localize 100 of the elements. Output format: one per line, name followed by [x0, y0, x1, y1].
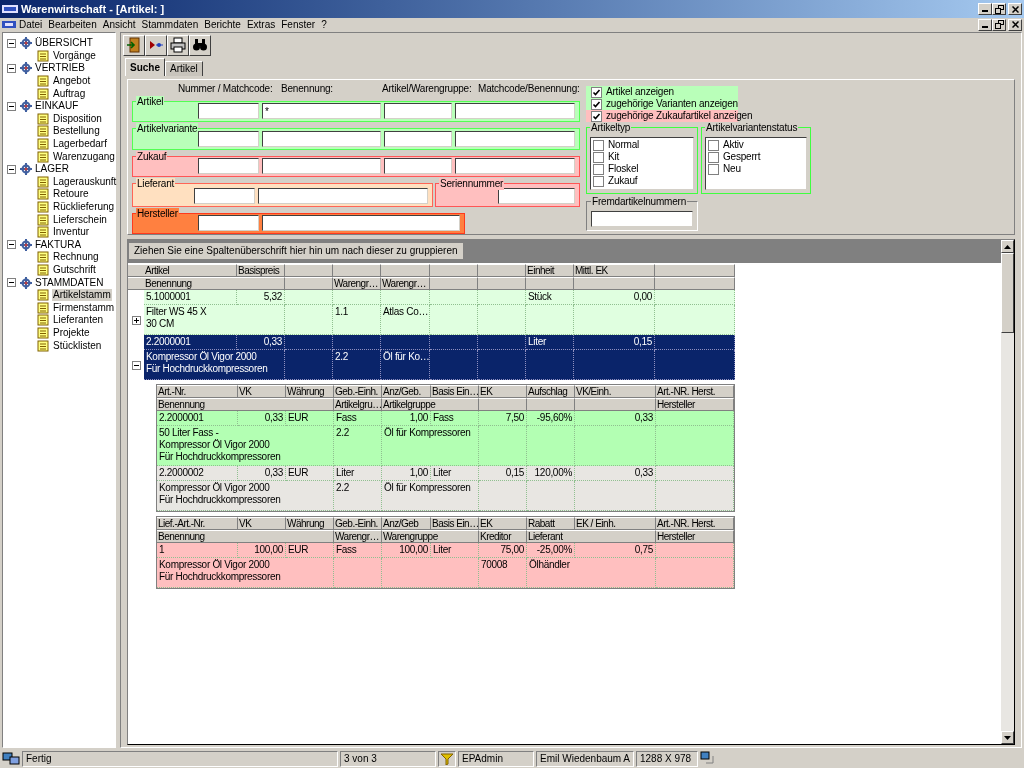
minimize-button[interactable] — [978, 3, 992, 15]
column-header[interactable]: Rabatt — [527, 517, 575, 530]
column-header[interactable]: Artikelgruppe — [382, 398, 479, 411]
close-button[interactable] — [1008, 18, 1022, 31]
input-field[interactable] — [455, 130, 575, 147]
tree-item[interactable]: Lagerauskunft — [52, 175, 118, 188]
column-header[interactable]: Art.-NR. Herst. — [656, 517, 734, 530]
column-header[interactable] — [526, 277, 574, 290]
column-header[interactable]: Benennung — [157, 530, 334, 543]
column-header[interactable]: VK — [238, 517, 286, 530]
input-field[interactable] — [198, 215, 259, 231]
tree-item[interactable]: Bestellung — [52, 125, 101, 138]
tree-item[interactable]: Vorgänge — [52, 49, 97, 62]
column-header[interactable] — [478, 277, 526, 290]
column-header[interactable]: Geb.-Einh. — [334, 517, 382, 530]
column-header[interactable]: Lieferant — [527, 530, 656, 543]
tree-item[interactable]: Projekte — [52, 326, 91, 339]
column-header[interactable]: Basis Ein… — [431, 517, 479, 530]
column-header[interactable] — [575, 398, 656, 411]
collapse-icon[interactable] — [7, 278, 16, 288]
checkbox[interactable] — [591, 110, 602, 122]
scroll-down-button[interactable] — [1001, 731, 1014, 744]
checkbox[interactable] — [593, 175, 604, 187]
column-header[interactable] — [381, 264, 430, 277]
column-header[interactable] — [478, 264, 526, 277]
column-header[interactable]: Währung — [286, 385, 334, 398]
column-header[interactable]: Artikelgru… — [334, 398, 382, 411]
exit-button[interactable] — [123, 34, 145, 56]
next-button[interactable] — [145, 34, 167, 56]
column-header[interactable]: Basispreis — [237, 264, 285, 277]
checkbox[interactable] — [591, 86, 602, 98]
tree-item[interactable]: Auftrag — [52, 87, 87, 100]
input-field[interactable] — [384, 103, 452, 120]
close-button[interactable] — [1008, 3, 1022, 15]
collapse-icon[interactable] — [7, 164, 16, 174]
tree-item[interactable]: Disposition — [52, 112, 103, 125]
column-header[interactable]: Geb.-Einh. — [334, 385, 382, 398]
column-header[interactable] — [285, 264, 333, 277]
restore-button[interactable] — [992, 18, 1006, 31]
tree-item[interactable]: Warenzugang — [52, 150, 116, 163]
column-header[interactable]: Basis Ein… — [431, 385, 479, 398]
checkbox[interactable] — [593, 151, 604, 163]
column-header[interactable] — [430, 264, 478, 277]
collapse-icon[interactable] — [7, 101, 16, 111]
input-field[interactable] — [262, 130, 381, 147]
column-header[interactable] — [333, 264, 381, 277]
input-field[interactable] — [384, 157, 452, 174]
tab[interactable]: Suche — [125, 58, 165, 76]
input-field[interactable] — [262, 157, 381, 174]
column-header[interactable]: Benennung — [157, 398, 334, 411]
column-header[interactable]: Warengr… — [381, 277, 430, 290]
tree-item[interactable]: Retoure — [52, 188, 90, 201]
tree-section[interactable]: FAKTURA — [35, 238, 82, 251]
input-field[interactable] — [455, 103, 575, 120]
column-header[interactable] — [285, 277, 333, 290]
column-header[interactable]: Einheit — [526, 264, 574, 277]
restore-button[interactable] — [992, 3, 1006, 15]
column-header[interactable]: Anz/Geb — [382, 517, 431, 530]
input-field[interactable] — [258, 187, 428, 204]
column-header[interactable]: Kreditor — [479, 530, 527, 543]
column-header[interactable]: Benennung — [144, 277, 285, 290]
input-field[interactable] — [455, 157, 575, 174]
column-header[interactable]: Art.-NR. Herst. — [656, 385, 734, 398]
input-field[interactable] — [591, 211, 693, 227]
input-field[interactable] — [498, 187, 575, 204]
column-header[interactable] — [655, 277, 735, 290]
column-header[interactable] — [479, 398, 527, 411]
column-header[interactable]: Lief.-Art.-Nr. — [157, 517, 238, 530]
tree-item[interactable]: Inventur — [52, 226, 91, 239]
table-row[interactable]: 2.2000001 0,33 Liter 0,15 Kompressor Öl Vigor 2000 Für Hochdruckkompressoren 2.2 Öl für Ko… — [144, 335, 735, 380]
column-header[interactable]: Art.-Nr. — [157, 385, 238, 398]
scroll-thumb[interactable] — [1001, 253, 1014, 333]
checkbox[interactable] — [593, 163, 604, 175]
input-field[interactable] — [194, 187, 255, 204]
column-header[interactable] — [430, 277, 478, 290]
checkbox[interactable] — [708, 139, 719, 151]
tree-item[interactable]: Gutschrift — [52, 264, 97, 276]
tree-item[interactable]: Angebot — [52, 75, 92, 88]
tree-section[interactable]: STAMMDATEN — [35, 276, 104, 289]
collapse-icon[interactable] — [7, 64, 16, 73]
input-field[interactable] — [198, 103, 259, 120]
column-header[interactable]: Anz/Geb. — [382, 385, 431, 398]
collapse-icon[interactable] — [7, 38, 16, 48]
checkbox[interactable] — [708, 151, 719, 163]
input-field[interactable]: * — [262, 103, 381, 120]
column-header[interactable]: VK — [238, 385, 286, 398]
column-header[interactable]: Währung — [286, 517, 334, 530]
column-header[interactable] — [655, 264, 735, 277]
column-header[interactable]: Mittl. EK — [574, 264, 655, 277]
column-header[interactable]: Warengr… — [334, 530, 382, 543]
column-header[interactable]: Artikel — [144, 264, 237, 277]
tree-item[interactable]: Rücklieferung — [52, 201, 116, 213]
tree-section[interactable]: ÜBERSICHT — [35, 37, 93, 50]
menu-item[interactable]: Extras — [243, 18, 279, 31]
tree-item[interactable]: Rechnung — [52, 251, 100, 264]
input-field[interactable] — [198, 157, 259, 174]
scrollbar[interactable] — [1001, 240, 1014, 744]
column-header[interactable]: Hersteller — [656, 398, 734, 411]
minimize-button[interactable] — [978, 18, 992, 31]
collapse-icon[interactable] — [131, 360, 141, 370]
